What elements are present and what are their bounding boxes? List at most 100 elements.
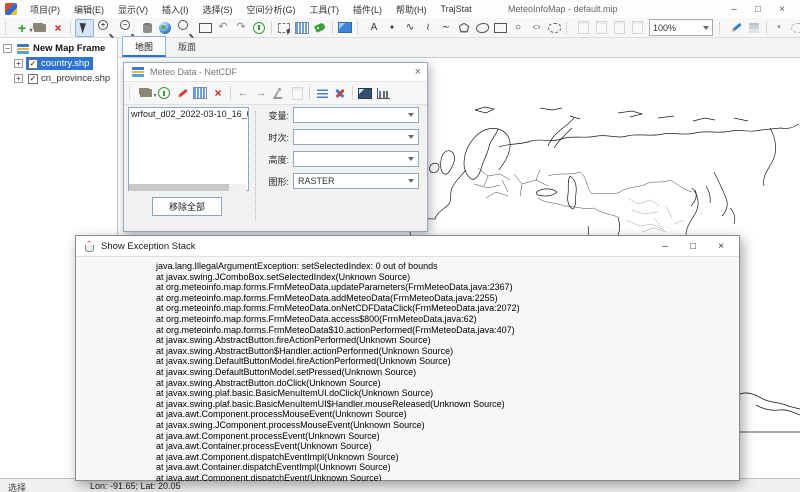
section-image-button[interactable] bbox=[357, 85, 374, 101]
field-combobox[interactable] bbox=[293, 151, 419, 167]
close-button[interactable]: × bbox=[707, 241, 735, 252]
exception-dialog-title: Show Exception Stack bbox=[101, 241, 196, 252]
menu-item[interactable]: 空间分析(G) bbox=[240, 3, 303, 16]
open-project-icon[interactable] bbox=[32, 20, 49, 36]
merge-feature-button[interactable] bbox=[789, 20, 800, 36]
freehand-annotation-button[interactable]: ≀ bbox=[420, 20, 437, 36]
lasso-annotation-button[interactable] bbox=[546, 20, 563, 36]
settings-button[interactable] bbox=[332, 85, 349, 101]
remove-layer-button[interactable]: × bbox=[50, 20, 67, 36]
collapse-icon[interactable]: − bbox=[3, 44, 12, 53]
stack-trace[interactable]: java.lang.IllegalArgumentException: setS… bbox=[76, 257, 739, 481]
data-file-item[interactable]: wrfout_d02_2022-03-10_16_00_00 bbox=[129, 108, 248, 120]
data-file-list[interactable]: wrfout_d02_2022-03-10_16_00_00 bbox=[128, 107, 249, 191]
menu-item[interactable]: 编辑(E) bbox=[67, 3, 111, 16]
field-combobox[interactable] bbox=[293, 129, 419, 145]
view-tab[interactable]: 版面 bbox=[166, 37, 208, 57]
form-row: 时次: bbox=[262, 129, 419, 145]
polygon-annotation-button[interactable] bbox=[456, 20, 473, 36]
rectangle-zoom-button[interactable] bbox=[197, 20, 214, 36]
previous-time-button[interactable]: ← bbox=[235, 85, 252, 101]
screenshot-button[interactable] bbox=[337, 20, 354, 36]
edit-dropdown-button[interactable]: ▾ bbox=[771, 20, 788, 36]
toolbar-grip bbox=[719, 21, 724, 35]
toolbar-group-right: ▾× bbox=[716, 20, 800, 36]
field-combobox[interactable] bbox=[293, 107, 419, 123]
open-data-button[interactable] bbox=[138, 85, 155, 101]
maximize-button[interactable]: □ bbox=[679, 241, 707, 252]
edit-tool-button[interactable] bbox=[728, 20, 745, 36]
add-layer-button[interactable]: + bbox=[14, 20, 31, 36]
menu-item[interactable]: 帮助(H) bbox=[389, 3, 434, 16]
save-edit-button[interactable] bbox=[746, 20, 763, 36]
report-button[interactable] bbox=[575, 20, 592, 36]
expand-icon[interactable]: + bbox=[14, 74, 23, 83]
menu-item[interactable]: TrajStat bbox=[434, 4, 479, 14]
layer-checkbox[interactable]: ✓ bbox=[28, 74, 38, 84]
stack-trace-line: at org.meteoinfo.map.forms.FrmMeteoData.… bbox=[86, 303, 739, 314]
layer-node[interactable]: + ✓ cn_province.shp bbox=[0, 71, 117, 86]
menu-item[interactable]: 显示(V) bbox=[111, 3, 155, 16]
minimize-button[interactable]: – bbox=[651, 241, 679, 252]
remove-data-button[interactable]: × bbox=[210, 85, 227, 101]
map-frame-label: New Map Frame bbox=[33, 43, 105, 54]
curve-annotation-button[interactable]: ∼ bbox=[438, 20, 455, 36]
exception-dialog-titlebar[interactable]: Show Exception Stack – □ × bbox=[76, 236, 739, 257]
animate-button[interactable] bbox=[271, 85, 288, 101]
freehand-polygon-button[interactable] bbox=[474, 20, 491, 36]
close-button[interactable]: × bbox=[770, 4, 794, 15]
data-table-button[interactable] bbox=[192, 85, 209, 101]
layer-node[interactable]: + ✓ country.shp bbox=[0, 56, 117, 71]
menu-item[interactable]: 项目(P) bbox=[23, 3, 67, 16]
export-document-button[interactable] bbox=[593, 20, 610, 36]
menu-item[interactable]: 插入(I) bbox=[155, 3, 196, 16]
variable-list-button[interactable] bbox=[314, 85, 331, 101]
attribute-table-button[interactable] bbox=[294, 20, 311, 36]
data-info-button[interactable] bbox=[156, 85, 173, 101]
field-combobox[interactable]: RASTER bbox=[293, 173, 419, 189]
maximize-button[interactable]: □ bbox=[746, 4, 770, 15]
combobox-value: RASTER bbox=[298, 176, 335, 186]
view-tab[interactable]: 地图 bbox=[122, 36, 166, 57]
export-image-button[interactable] bbox=[629, 20, 646, 36]
layer-checkbox[interactable]: ✓ bbox=[28, 59, 38, 69]
zoom-out-tool-button[interactable]: − bbox=[117, 18, 138, 38]
scrollbar-thumb[interactable] bbox=[129, 184, 229, 191]
expand-icon[interactable]: + bbox=[14, 59, 23, 68]
frame-step-button[interactable] bbox=[289, 85, 306, 101]
zoom-in-tool-button[interactable]: + bbox=[95, 18, 116, 38]
menu-item[interactable]: 选择(S) bbox=[196, 3, 240, 16]
menu-item[interactable]: 插件(L) bbox=[346, 3, 389, 16]
pan-tool-button[interactable] bbox=[139, 20, 156, 36]
select-feature-button[interactable] bbox=[276, 20, 293, 36]
rectangle-annotation-button[interactable] bbox=[492, 20, 509, 36]
point-annotation-button[interactable]: ● bbox=[384, 20, 401, 36]
zoom-level-combo[interactable]: 100% bbox=[649, 19, 713, 36]
text-annotation-button[interactable]: A bbox=[366, 20, 383, 36]
remove-all-button[interactable]: 移除全部 bbox=[152, 197, 222, 216]
next-time-button[interactable]: → bbox=[253, 85, 270, 101]
full-extent-button[interactable] bbox=[157, 20, 174, 36]
label-button[interactable] bbox=[312, 20, 329, 36]
polyline-annotation-button[interactable]: ∿ bbox=[402, 20, 419, 36]
horizontal-scrollbar[interactable] bbox=[129, 184, 246, 191]
chart-button[interactable] bbox=[375, 85, 392, 101]
select-tool-button[interactable] bbox=[75, 19, 94, 37]
ellipse-annotation-button[interactable]: ○ bbox=[523, 21, 549, 34]
draw-data-button[interactable] bbox=[174, 85, 191, 101]
zoom-window-button[interactable] bbox=[175, 18, 196, 38]
minimize-button[interactable]: – bbox=[722, 4, 746, 15]
meteo-dialog-titlebar[interactable]: Meteo Data - NetCDF × bbox=[124, 63, 427, 82]
field-label: 高度: bbox=[262, 153, 289, 166]
undo-view-button[interactable]: ↶ bbox=[215, 20, 232, 36]
menu-item[interactable]: 工具(T) bbox=[303, 3, 347, 16]
separator bbox=[230, 86, 231, 100]
meteo-dialog-close-button[interactable]: × bbox=[415, 66, 421, 78]
identify-button[interactable] bbox=[251, 20, 268, 36]
redo-view-button[interactable]: ↷ bbox=[233, 20, 250, 36]
print-button[interactable] bbox=[611, 20, 628, 36]
map-frame-node[interactable]: − New Map Frame bbox=[0, 41, 117, 56]
chevron-down-icon bbox=[408, 113, 414, 117]
panel-splitter[interactable] bbox=[255, 111, 256, 221]
field-label: 图形: bbox=[262, 175, 289, 188]
